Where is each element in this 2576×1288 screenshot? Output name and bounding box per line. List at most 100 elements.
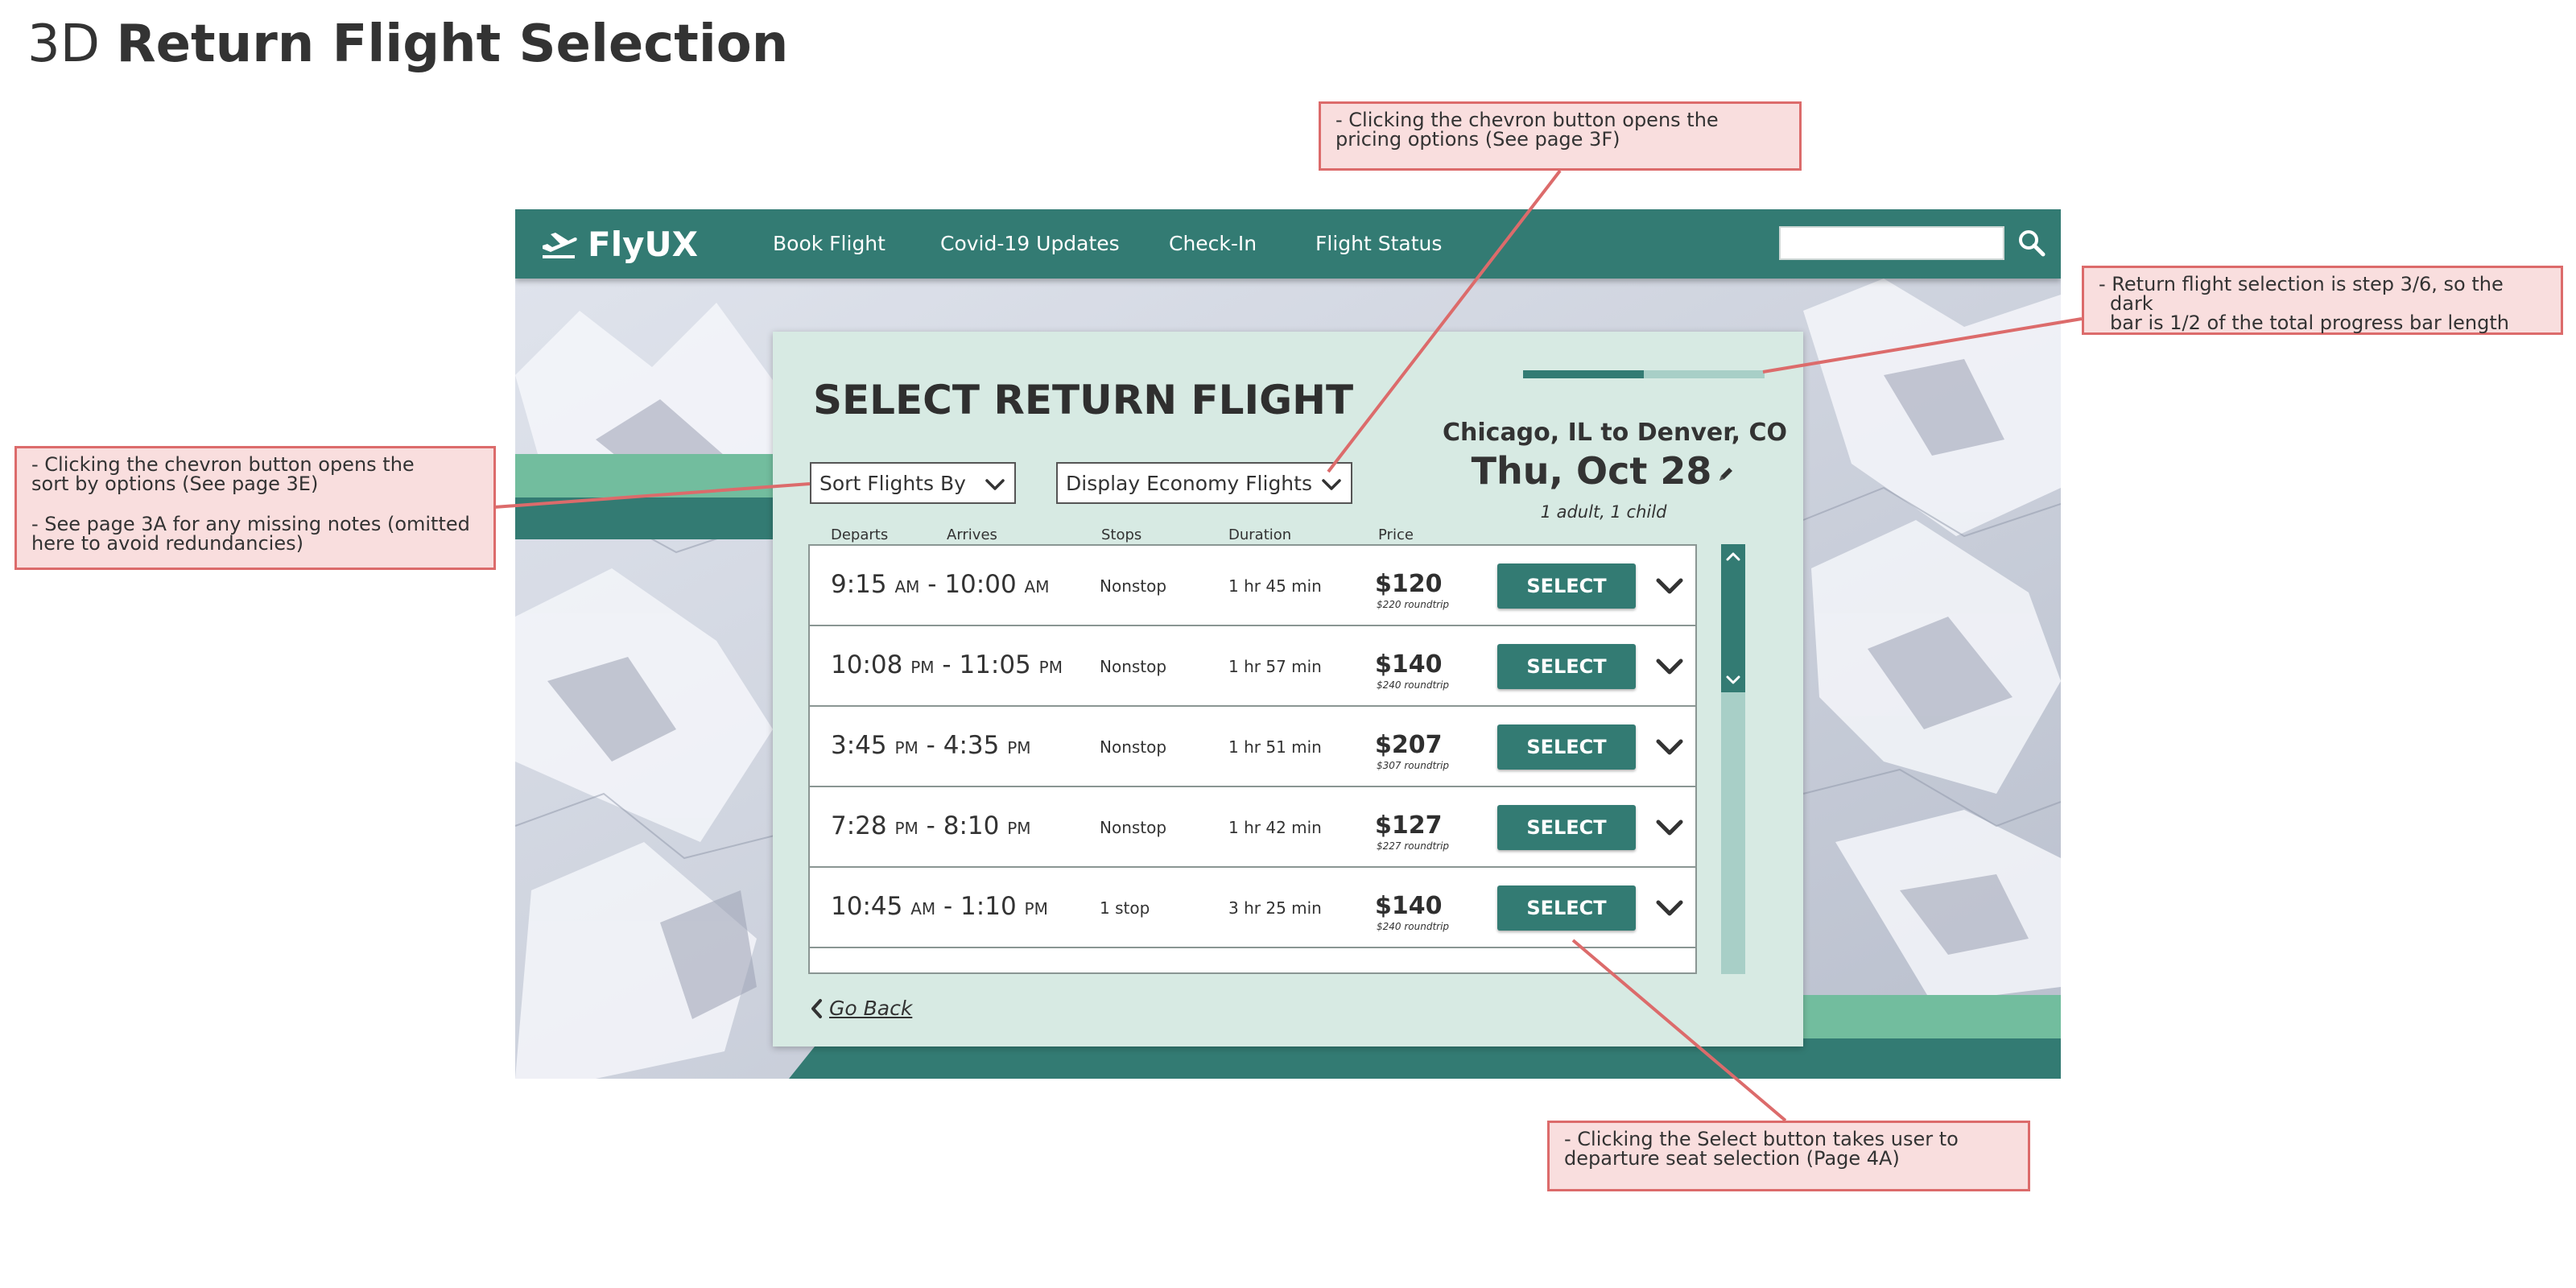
- arrive-ampm: PM: [1024, 899, 1048, 919]
- flight-price: $140: [1375, 892, 1443, 920]
- logo[interactable]: FlyUX: [539, 221, 698, 267]
- flight-stops: Nonstop: [1100, 737, 1167, 757]
- annotation-line: - Clicking the chevron button opens the: [1335, 109, 1719, 131]
- depart-ampm: AM: [894, 577, 920, 597]
- column-header-stops: Stops: [1101, 526, 1142, 543]
- app-mockup: FlyUX Book Flight Covid-19 Updates Check…: [515, 209, 2061, 1079]
- annotation-line: - Clicking the chevron button opens the: [31, 453, 415, 476]
- page-id: 3D: [27, 14, 100, 74]
- chevron-down-icon[interactable]: [984, 473, 1006, 496]
- search-icon[interactable]: [2016, 227, 2048, 259]
- route-label: Chicago, IL to Denver, CO: [1443, 419, 1787, 447]
- annotation-line: - Return flight selection is step 3/6, s…: [2099, 273, 2504, 315]
- time-separator: -: [918, 811, 943, 840]
- flight-times: 9:15 AM - 10:00 AM: [831, 570, 1049, 599]
- chevron-down-icon[interactable]: [1653, 650, 1686, 683]
- arrive-ampm: PM: [1038, 658, 1063, 677]
- flight-duration: 1 hr 57 min: [1228, 657, 1322, 676]
- flight-duration: 1 hr 42 min: [1228, 818, 1322, 837]
- column-header-duration: Duration: [1228, 526, 1292, 543]
- roundtrip-price: $307 roundtrip: [1377, 760, 1450, 771]
- plane-takeoff-icon: [543, 233, 577, 258]
- arrive-time: 8:10: [943, 811, 1000, 840]
- fare-class-dropdown-label: Display Economy Flights: [1066, 471, 1312, 495]
- flight-duration: 1 hr 45 min: [1228, 576, 1322, 596]
- chevron-down-icon[interactable]: [1320, 473, 1343, 496]
- page-title: 3D Return Flight Selection: [27, 14, 788, 74]
- flight-duration: 1 hr 51 min: [1228, 737, 1322, 757]
- flight-stops: Nonstop: [1100, 818, 1167, 837]
- select-flight-button[interactable]: SELECT: [1497, 564, 1636, 609]
- scrollbar-thumb[interactable]: [1721, 544, 1745, 692]
- arrive-time: 11:05: [959, 650, 1031, 679]
- column-header-price: Price: [1378, 526, 1414, 543]
- sort-flights-dropdown[interactable]: Sort Flights By: [810, 462, 1016, 504]
- chevron-down-icon[interactable]: [1724, 670, 1743, 689]
- logo-text: FlyUX: [588, 224, 698, 264]
- annotation-line: departure seat selection (Page 4A): [1564, 1147, 1900, 1170]
- nav-book-flight[interactable]: Book Flight: [773, 232, 886, 255]
- annotation-pricing-options: - Clicking the chevron button opens the …: [1319, 101, 1802, 171]
- select-flight-button[interactable]: SELECT: [1497, 886, 1636, 931]
- flight-price: $127: [1375, 811, 1443, 840]
- select-flight-button[interactable]: SELECT: [1497, 724, 1636, 770]
- panel-heading: SELECT RETURN FLIGHT: [813, 377, 1354, 423]
- progress-bar-fill: [1523, 370, 1644, 378]
- flight-times: 10:08 PM - 11:05 PM: [831, 650, 1063, 679]
- flight-row: 3:45 PM - 4:35 PM Nonstop 1 hr 51 min $2…: [810, 707, 1695, 787]
- chevron-down-icon[interactable]: [1653, 892, 1686, 924]
- nav-flight-status[interactable]: Flight Status: [1315, 232, 1442, 255]
- edit-pencil-icon[interactable]: [1716, 464, 1736, 484]
- depart-time: 7:28: [831, 811, 887, 840]
- fare-class-dropdown[interactable]: Display Economy Flights: [1056, 462, 1352, 504]
- accent-stripe-left-dark: [515, 497, 773, 539]
- flight-times: 10:45 AM - 1:10 PM: [831, 892, 1048, 921]
- flight-price: $120: [1375, 570, 1443, 598]
- flight-list-scrollbar[interactable]: [1721, 544, 1745, 974]
- annotation-line: here to avoid redundancies): [31, 532, 303, 555]
- flight-times: 3:45 PM - 4:35 PM: [831, 731, 1031, 760]
- select-flight-button[interactable]: SELECT: [1497, 644, 1636, 689]
- annotation-progress-bar: - Return flight selection is step 3/6, s…: [2082, 266, 2563, 335]
- flight-stops: 1 stop: [1100, 898, 1150, 918]
- flight-list[interactable]: 9:15 AM - 10:00 AM Nonstop 1 hr 45 min $…: [808, 544, 1697, 974]
- roundtrip-price: $220 roundtrip: [1377, 599, 1450, 610]
- go-back-label: Go Back: [829, 997, 913, 1020]
- time-separator: -: [919, 570, 945, 599]
- depart-time: 10:45: [831, 892, 903, 921]
- annotation-line: - Clicking the Select button takes user …: [1564, 1128, 1959, 1150]
- roundtrip-price: $240 roundtrip: [1377, 679, 1450, 691]
- arrive-ampm: AM: [1024, 577, 1050, 597]
- nav-covid-updates[interactable]: Covid-19 Updates: [940, 232, 1120, 255]
- depart-ampm: PM: [910, 658, 935, 677]
- time-separator: -: [935, 892, 961, 921]
- arrive-ampm: PM: [1007, 819, 1031, 838]
- flight-price: $140: [1375, 650, 1443, 679]
- flight-stops: Nonstop: [1100, 576, 1167, 596]
- flight-date-text: Thu, Oct 28: [1471, 449, 1712, 493]
- go-back-link[interactable]: Go Back: [808, 997, 912, 1020]
- search-input[interactable]: [1779, 226, 2004, 260]
- chevron-up-icon[interactable]: [1724, 547, 1743, 567]
- flight-row: 7:28 PM - 8:10 PM Nonstop 1 hr 42 min $1…: [810, 787, 1695, 868]
- chevron-down-icon[interactable]: [1653, 811, 1686, 844]
- progress-bar: [1523, 370, 1765, 378]
- annotation-line: pricing options (See page 3F): [1335, 128, 1620, 151]
- select-flight-button[interactable]: SELECT: [1497, 805, 1636, 850]
- chevron-down-icon[interactable]: [1653, 570, 1686, 602]
- column-header-arrives: Arrives: [947, 526, 997, 543]
- chevron-down-icon[interactable]: [1653, 731, 1686, 763]
- page-title-text: Return Flight Selection: [116, 14, 789, 74]
- nav-check-in[interactable]: Check-In: [1169, 232, 1257, 255]
- roundtrip-price: $240 roundtrip: [1377, 921, 1450, 932]
- annotation-line: - See page 3A for any missing notes (omi…: [31, 513, 470, 535]
- accent-stripe-left-light: [515, 454, 773, 497]
- top-nav-bar: FlyUX Book Flight Covid-19 Updates Check…: [515, 209, 2061, 279]
- annotation-sort-options: - Clicking the chevron button opens the …: [14, 446, 496, 570]
- flight-row: 9:15 AM - 10:00 AM Nonstop 1 hr 45 min $…: [810, 546, 1695, 626]
- depart-time: 10:08: [831, 650, 903, 679]
- flight-row: 10:08 PM - 11:05 PM Nonstop 1 hr 57 min …: [810, 626, 1695, 707]
- passenger-count: 1 adult, 1 child: [1540, 502, 1667, 522]
- depart-ampm: AM: [910, 899, 936, 919]
- time-separator: -: [918, 731, 943, 760]
